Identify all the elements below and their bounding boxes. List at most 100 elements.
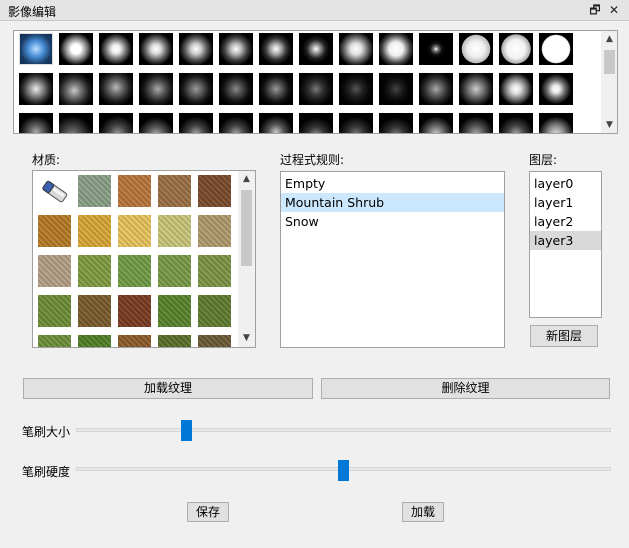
material-texture[interactable] — [118, 255, 151, 287]
layer-item[interactable]: layer2 — [530, 212, 601, 231]
brush-stamp-icon[interactable] — [259, 73, 293, 105]
material-texture[interactable] — [38, 255, 71, 287]
delete-texture-button[interactable]: 删除纹理 — [321, 378, 610, 399]
rule-item[interactable]: Snow — [281, 212, 504, 231]
layer-item[interactable]: layer1 — [530, 193, 601, 212]
brush-stamp-icon[interactable] — [259, 33, 293, 65]
material-texture[interactable] — [78, 255, 111, 287]
brush-stamp-icon[interactable] — [139, 73, 173, 105]
scroll-up-icon[interactable]: ▲ — [601, 31, 617, 47]
eraser-icon[interactable] — [38, 175, 71, 207]
material-texture[interactable] — [198, 215, 231, 247]
brush-stamp-icon[interactable] — [499, 73, 533, 105]
material-texture[interactable] — [78, 215, 111, 247]
material-texture[interactable] — [78, 295, 111, 327]
brush-stamp-icon[interactable] — [299, 113, 333, 133]
brush-stamp-icon[interactable] — [259, 113, 293, 133]
brush-stamp-icon[interactable] — [219, 113, 253, 133]
rule-item-selected[interactable]: Mountain Shrub — [281, 193, 504, 212]
brush-size-slider-thumb[interactable] — [180, 420, 192, 441]
procedural-rules-list: Empty Mountain Shrub Snow — [280, 171, 505, 348]
scrollbar-thumb[interactable] — [241, 190, 252, 266]
brush-stamp-icon[interactable] — [379, 33, 413, 65]
brush-stamp-icon[interactable] — [19, 33, 53, 65]
brush-stamp-icon[interactable] — [99, 113, 133, 133]
brush-stamp-icon[interactable] — [219, 33, 253, 65]
layer-item[interactable]: layer0 — [530, 174, 601, 193]
load-texture-button[interactable]: 加载纹理 — [23, 378, 313, 399]
material-texture[interactable] — [158, 295, 191, 327]
close-icon[interactable]: ✕ — [605, 1, 623, 19]
brush-stamp-icon[interactable] — [219, 73, 253, 105]
brush-stamp-icon[interactable] — [59, 33, 93, 65]
brush-stamp-icon[interactable] — [339, 73, 373, 105]
brush-stamp-icon[interactable] — [499, 113, 533, 133]
scroll-down-icon[interactable]: ▼ — [238, 330, 255, 346]
brush-stamp-icon[interactable] — [379, 113, 413, 133]
brush-stamp-icon[interactable] — [459, 73, 493, 105]
material-texture[interactable] — [78, 175, 111, 207]
material-texture[interactable] — [158, 175, 191, 207]
material-texture[interactable] — [78, 335, 111, 347]
brush-stamp-icon[interactable] — [499, 33, 533, 65]
material-texture[interactable] — [158, 335, 191, 347]
material-texture[interactable] — [38, 215, 71, 247]
brush-stamp-icon[interactable] — [179, 33, 213, 65]
new-layer-button[interactable]: 新图层 — [530, 325, 598, 347]
material-texture[interactable] — [198, 175, 231, 207]
brush-stamp-icon[interactable] — [139, 33, 173, 65]
material-texture[interactable] — [158, 215, 191, 247]
brush-stamp-icon[interactable] — [299, 33, 333, 65]
brush-stamp-icon[interactable] — [379, 73, 413, 105]
material-texture[interactable] — [198, 295, 231, 327]
save-button[interactable]: 保存 — [187, 502, 229, 522]
load-button[interactable]: 加载 — [402, 502, 444, 522]
brush-grid-scrollbar[interactable]: ▲ ▼ — [601, 31, 617, 133]
brush-stamp-icon[interactable] — [419, 33, 453, 65]
scroll-up-icon[interactable]: ▲ — [238, 171, 255, 187]
scrollbar-thumb[interactable] — [604, 50, 615, 74]
material-texture[interactable] — [158, 255, 191, 287]
brush-stamp-icon[interactable] — [179, 73, 213, 105]
material-texture[interactable] — [118, 215, 151, 247]
brush-size-label: 笔刷大小 — [22, 425, 71, 439]
rule-item[interactable]: Empty — [281, 174, 504, 193]
brush-stamp-icon[interactable] — [139, 113, 173, 133]
brush-hardness-label: 笔刷硬度 — [22, 465, 71, 479]
brush-stamp-icon[interactable] — [539, 113, 573, 133]
brush-hardness-slider-thumb[interactable] — [338, 460, 349, 481]
brush-grid: ▲ ▼ — [13, 30, 618, 134]
material-texture[interactable] — [198, 335, 231, 347]
material-texture[interactable] — [118, 295, 151, 327]
brush-stamp-icon[interactable] — [179, 113, 213, 133]
material-texture[interactable] — [38, 335, 71, 347]
brush-stamp-icon[interactable] — [19, 73, 53, 105]
restore-icon[interactable]: 🗗 — [586, 1, 604, 19]
brush-stamp-icon[interactable] — [539, 73, 573, 105]
material-grid: ▲ ▼ — [32, 170, 256, 348]
brush-stamp-icon[interactable] — [59, 113, 93, 133]
brush-stamp-icon[interactable] — [339, 113, 373, 133]
brush-stamp-icon[interactable] — [459, 33, 493, 65]
material-texture[interactable] — [198, 255, 231, 287]
brush-stamp-icon[interactable] — [539, 33, 573, 65]
scroll-down-icon[interactable]: ▼ — [601, 117, 617, 133]
material-texture[interactable] — [118, 335, 151, 347]
material-texture[interactable] — [118, 175, 151, 207]
material-grid-scrollbar[interactable]: ▲ ▼ — [238, 171, 255, 347]
layer-item-selected[interactable]: layer3 — [530, 231, 601, 250]
brush-stamp-icon[interactable] — [19, 113, 53, 133]
layers-label: 图层: — [529, 153, 558, 167]
brush-stamp-icon[interactable] — [419, 113, 453, 133]
procedural-rules-label: 过程式规则: — [280, 153, 345, 167]
brush-stamp-icon[interactable] — [59, 73, 93, 105]
materials-label: 材质: — [32, 153, 61, 167]
brush-stamp-icon[interactable] — [99, 73, 133, 105]
material-texture[interactable] — [38, 295, 71, 327]
brush-stamp-icon[interactable] — [339, 33, 373, 65]
brush-size-track[interactable] — [76, 428, 611, 432]
brush-stamp-icon[interactable] — [419, 73, 453, 105]
brush-stamp-icon[interactable] — [299, 73, 333, 105]
brush-stamp-icon[interactable] — [459, 113, 493, 133]
brush-stamp-icon[interactable] — [99, 33, 133, 65]
